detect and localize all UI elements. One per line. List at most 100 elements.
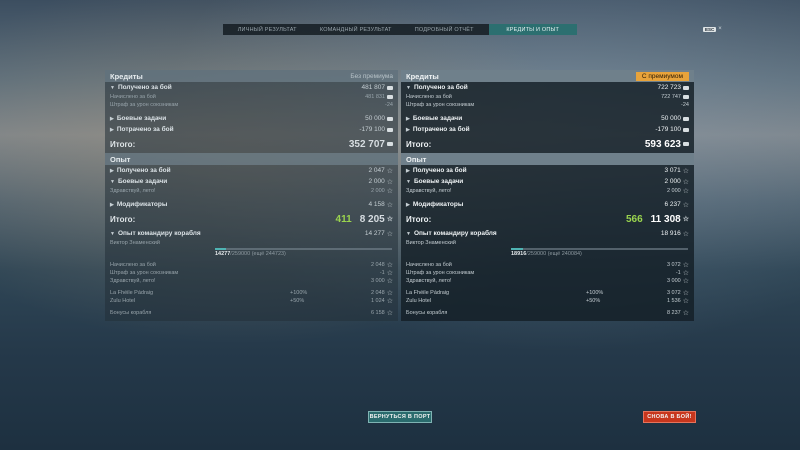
xp-total-row: Итого: 566 11 308 ☆ xyxy=(401,210,694,228)
modifiers-value: 6 237 xyxy=(664,201,681,208)
c-penalty-row: Штраф за урон союзникам -1 ☆ xyxy=(401,269,694,277)
credits-total-row: Итого: 593 623 xyxy=(401,135,694,153)
xp-hello-label: Здравствуй, лето! xyxy=(406,188,452,194)
xp-star-icon: ☆ xyxy=(386,216,393,223)
accrued-label: Начислено за бой xyxy=(406,94,452,100)
missions-row[interactable]: ▶ Боевые задачи 50 000 xyxy=(401,113,694,124)
modifiers-label: Модификаторы xyxy=(116,201,168,208)
xp-star-icon: ☆ xyxy=(682,270,689,277)
xp-star-icon: ☆ xyxy=(682,201,689,209)
accrued-label: Начислено за бой xyxy=(110,94,156,100)
esc-key-icon: ESC xyxy=(703,26,717,32)
xp-hello-value: 2 000 xyxy=(666,188,681,194)
xp-earned-row[interactable]: ▶ Получено за бой 3 071 ☆ xyxy=(401,165,694,176)
modifiers-row[interactable]: ▶ Модификаторы 4 158 ☆ xyxy=(105,199,398,210)
chevron-down-icon: ▼ xyxy=(110,85,115,91)
c-penalty-label: Штраф за урон союзникам xyxy=(110,270,179,276)
c-accrued-value: 3 072 xyxy=(666,262,681,268)
chevron-right-icon: ▶ xyxy=(406,116,410,122)
flag1-percent: +100% xyxy=(290,290,308,296)
xp-total-value: 8 205 xyxy=(359,213,385,225)
tab-detailed-report[interactable]: ПОДРОБНЫЙ ОТЧЁТ xyxy=(400,24,489,35)
xp-star-icon: ☆ xyxy=(682,230,689,238)
xp-star-icon: ☆ xyxy=(682,278,689,285)
flag2-percent: +50% xyxy=(290,298,305,304)
commander-name-row: Виктор Знаменский xyxy=(105,239,398,247)
xp-earned-label: Получено за бой xyxy=(412,167,467,174)
credits-icon xyxy=(683,116,689,121)
xp-star-icon: ☆ xyxy=(386,278,393,285)
commander-name: Виктор Знаменский xyxy=(406,240,456,246)
flag1-label: La Fhéile Pádraig xyxy=(406,290,450,296)
xp-hello-row: Здравствуй, лето! 2 000 ☆ xyxy=(105,187,398,195)
spent-row[interactable]: ▶ Потрачено за бой -179 100 xyxy=(105,124,398,135)
c-accrued-label: Начислено за бой xyxy=(110,262,156,268)
ship-bonus-label: Бонусы корабля xyxy=(406,310,448,316)
earned-label: Получено за бой xyxy=(117,84,172,91)
chevron-down-icon: ▼ xyxy=(406,85,411,91)
battle-again-button[interactable]: СНОВА В БОЙ! xyxy=(643,411,696,423)
tab-personal-result[interactable]: ЛИЧНЫЙ РЕЗУЛЬТАТ xyxy=(223,24,312,35)
missions-row[interactable]: ▶ Боевые задачи 50 000 xyxy=(105,113,398,124)
xp-header: Опыт xyxy=(105,153,398,165)
credits-total-row: Итого: 352 707 xyxy=(105,135,398,153)
credits-total-label: Итого: xyxy=(110,139,136,149)
commander-progress-bar xyxy=(511,248,688,250)
earned-label: Получено за бой xyxy=(413,84,468,91)
close-button[interactable]: ESC × xyxy=(703,26,722,32)
c-hello-label: Здравствуй, лето! xyxy=(406,278,452,284)
xp-missions-label: Боевые задачи xyxy=(117,178,168,185)
xp-earned-value: 2 047 xyxy=(368,167,385,174)
xp-star-icon: ☆ xyxy=(386,230,393,238)
c-hello-value: 3 000 xyxy=(666,278,681,284)
tab-team-result[interactable]: КОМАНДНЫЙ РЕЗУЛЬТАТ xyxy=(312,24,401,35)
flag1-percent: +100% xyxy=(586,290,604,296)
commander-xp-row[interactable]: ▼ Опыт командиру корабля 18 916 ☆ xyxy=(401,228,694,239)
tab-credits-xp[interactable]: КРЕДИТЫ И ОПЫТ xyxy=(488,24,577,35)
close-icon: × xyxy=(718,26,722,32)
penalty-value: -24 xyxy=(681,102,689,108)
modifiers-label: Модификаторы xyxy=(412,201,464,208)
c-accrued-value: 2 048 xyxy=(370,262,385,268)
c-accrued-label: Начислено за бой xyxy=(406,262,452,268)
chevron-right-icon: ▶ xyxy=(406,168,410,174)
credits-icon xyxy=(683,85,689,90)
spent-value: -179 100 xyxy=(655,126,681,133)
earned-value: 481 807 xyxy=(361,84,386,91)
commander-progress-bar xyxy=(215,248,392,250)
earned-row[interactable]: ▼ Получено за бой 722 723 xyxy=(401,82,694,93)
xp-star-icon: ☆ xyxy=(386,178,393,186)
xp-missions-row[interactable]: ▼ Боевые задачи 2 000 ☆ xyxy=(105,176,398,187)
modifiers-row[interactable]: ▶ Модификаторы 6 237 ☆ xyxy=(401,199,694,210)
xp-header: Опыт xyxy=(401,153,694,165)
c-penalty-row: Штраф за урон союзникам -1 ☆ xyxy=(105,269,398,277)
commander-xp-label: Опыт командиру корабля xyxy=(117,230,201,237)
xp-missions-row[interactable]: ▼ Боевые задачи 2 000 ☆ xyxy=(401,176,694,187)
credits-icon xyxy=(387,116,393,121)
xp-star-icon: ☆ xyxy=(386,188,393,195)
credits-header: Кредиты Без премиума xyxy=(105,70,398,82)
flag2-label: Zulu Hotel xyxy=(406,298,432,304)
progress-current: 14277 xyxy=(215,251,231,257)
ship-bonus-row: Бонусы корабля 6 158 ☆ xyxy=(105,309,398,317)
xp-star-icon: ☆ xyxy=(682,298,689,305)
spent-value: -179 100 xyxy=(359,126,385,133)
xp-star-icon: ☆ xyxy=(682,178,689,186)
spent-row[interactable]: ▶ Потрачено за бой -179 100 xyxy=(401,124,694,135)
missions-label: Боевые задачи xyxy=(116,115,167,122)
c-hello-row: Здравствуй, лето! 3 000 ☆ xyxy=(401,277,694,285)
credits-icon xyxy=(387,85,393,90)
return-to-port-button[interactable]: ВЕРНУТЬСЯ В ПОРТ xyxy=(368,411,432,423)
earned-row[interactable]: ▼ Получено за бой 481 807 xyxy=(105,82,398,93)
xp-title: Опыт xyxy=(110,154,131,164)
flag2-value: 1 536 xyxy=(666,298,681,304)
ship-bonus-value: 6 158 xyxy=(370,310,385,316)
penalty-row: Штраф за урон союзникам -24 xyxy=(401,101,694,109)
xp-earned-row[interactable]: ▶ Получено за бой 2 047 ☆ xyxy=(105,165,398,176)
xp-star-icon: ☆ xyxy=(386,262,393,269)
accrued-row: Начислено за бой 722 747 xyxy=(401,93,694,101)
credits-icon xyxy=(683,95,689,99)
no-premium-column: Кредиты Без премиума ▼ Получено за бой 48… xyxy=(105,70,398,321)
commander-xp-row[interactable]: ▼ Опыт командиру корабля 14 277 ☆ xyxy=(105,228,398,239)
commander-name-row: Виктор Знаменский xyxy=(401,239,694,247)
